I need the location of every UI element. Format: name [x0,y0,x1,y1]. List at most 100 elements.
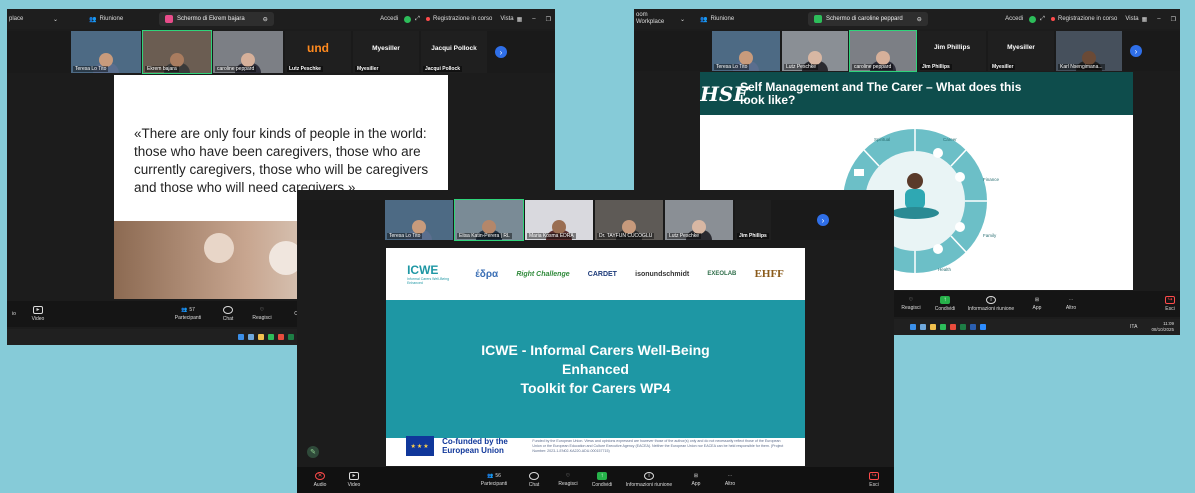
recording-dot-icon [1050,17,1055,21]
participants-button[interactable]: 👥 57 Partecipanti [165,307,211,321]
chat-button[interactable]: Chat [211,306,245,322]
leave-button[interactable]: ↪ Esci [1160,296,1180,312]
participant-name: Jim Phillips [737,233,769,239]
fullscreen-icon[interactable]: ⤢ [1040,16,1045,23]
video-button[interactable]: ▸ Video [21,306,55,322]
participant-name: Teresa Lo Tito [73,66,109,72]
participant-face [99,53,113,67]
leave-button[interactable]: ↪ Esci [862,472,886,488]
system-clock[interactable]: 11:09 08/10/2025 [1151,321,1174,333]
reactions-button[interactable]: ♡ Reagisci [245,307,279,321]
participant-tile[interactable]: Maria Kosma EDRA [525,200,593,240]
participant-tile[interactable]: Myesiller Myesiller [353,31,419,73]
participant-face [170,53,184,67]
search-icon[interactable] [248,334,254,340]
audio-button[interactable]: io [7,311,21,317]
search-icon[interactable] [920,324,926,330]
sign-in-link[interactable]: Accedi [380,16,398,22]
icwe-logo: ICWE Informal Carers Well-Being Enhanced [407,263,457,285]
windows-start-icon[interactable] [238,334,244,340]
share-button[interactable]: ↑ Condividi [585,472,619,488]
participants-button[interactable]: 👥 56 Partecipanti [471,473,517,487]
participant-tile[interactable]: caroline peppard [213,31,283,73]
participant-tile[interactable]: Dr. TAYFUN CUCOGLU [595,200,663,240]
participant-tile[interactable]: Teresa Lo Tito [712,31,780,71]
participant-tile[interactable]: Karl Nsengimana... [1056,31,1122,71]
recording-dot-icon [425,17,430,21]
eu-funding-text: Co-funded by the European Union [442,437,508,455]
grid-icon: ▦ [516,16,523,23]
participant-tile[interactable]: Jim Phillips [735,200,771,240]
video-button[interactable]: ▸ Video [337,472,371,488]
participant-tile[interactable]: Myesiller Myesiller [988,31,1054,71]
language-indicator[interactable]: ITA [1130,324,1137,330]
more-label: Altro [1065,305,1077,311]
app-icon[interactable] [950,324,956,330]
chat-button[interactable]: Chat [517,472,551,488]
apps-button[interactable]: ⊞ App [679,473,713,487]
participant-tile-title: Jacqui Pollock [431,44,477,52]
more-button[interactable]: ⋯ Altro [713,473,747,487]
participant-tile-active[interactable]: caroline peppard [849,30,917,72]
excel-icon[interactable] [960,324,966,330]
tab-close-icon[interactable]: ⊖ [263,16,268,23]
participant-tile[interactable]: Teresa Lo Tito [71,31,141,73]
folder-icon[interactable] [258,334,264,340]
participant-name: Jim Phillips [920,64,952,70]
reactions-label: Reagisci [252,315,272,321]
participant-tile-active[interactable]: Elisa Katin-Perera | RL [454,199,524,241]
sign-in-link[interactable]: Accedi [1005,16,1023,22]
meeting-tab[interactable]: 👥 Riunione [700,16,808,23]
minimize-icon[interactable]: – [532,16,535,22]
fullscreen-icon[interactable]: ⤢ [415,16,420,23]
annotate-pencil-icon[interactable]: ✎ [307,446,319,458]
restore-icon[interactable]: ❐ [1171,16,1176,23]
next-participants-button[interactable]: › [1130,45,1142,57]
camera-icon: ▸ [349,472,359,480]
recording-indicator[interactable]: Registrazione in corso [425,16,492,22]
view-menu[interactable]: Vista ▦ [500,16,522,23]
participant-tile[interactable]: Jacqui Pollock Jacqui Pollock [421,31,487,73]
word-icon[interactable] [970,324,976,330]
participant-tile[interactable]: Lutz Peschke [665,200,733,240]
participant-name: Elisa Katin-Perera | RL [457,233,512,239]
minimize-icon[interactable]: – [1157,16,1160,22]
zoom-icon[interactable] [980,324,986,330]
meeting-info-button[interactable]: i Informazioni riunione [619,472,679,488]
participant-tile-active[interactable]: Ekrem bajara [142,30,212,74]
participant-name: Myesiller [355,66,381,72]
view-menu[interactable]: Vista ▦ [1125,16,1147,23]
app-icon[interactable] [940,324,946,330]
participant-name: Teresa Lo Tito [714,64,750,70]
app-icon[interactable] [278,334,284,340]
screen-share-tab[interactable]: Schermo di caroline peppard ⊖ [808,12,928,26]
folder-icon[interactable] [930,324,936,330]
excel-icon[interactable] [288,334,294,340]
apps-label: App [1032,305,1042,311]
menu-chevron-icon[interactable]: ⌄ [53,16,89,23]
share-button[interactable]: ↑ Condividi [928,296,962,312]
recording-indicator[interactable]: Registrazione in corso [1050,16,1117,22]
more-button[interactable]: ⋯ Altro [1054,297,1088,311]
app-icon[interactable] [268,334,274,340]
next-participants-button[interactable]: › [817,214,829,226]
participant-tile[interactable]: Teresa Lo Tito [385,200,453,240]
participant-tile[interactable]: Jim Phillips Jim Phillips [918,31,986,71]
tab-close-icon[interactable]: ⊖ [917,16,922,23]
audio-button[interactable]: ✕ Audio [303,472,337,488]
apps-button[interactable]: ⊞ App [1020,297,1054,311]
slide-header-bar: HSE Self Management and The Carer – What… [700,72,1133,115]
reactions-button[interactable]: ♡ Reagisci [551,473,585,487]
screen-share-tab[interactable]: Schermo di Ekrem bajara ⊖ [159,12,274,26]
reactions-button[interactable]: ♡ Reagisci [894,297,928,311]
windows-start-icon[interactable] [910,324,916,330]
view-label: Vista [1125,16,1139,22]
participant-tile[interactable]: und Lutz Peschke [285,31,351,73]
restore-icon[interactable]: ❐ [546,16,551,23]
participant-tile-title: Jim Phillips [933,43,971,51]
participant-tile[interactable]: Lutz Peschke [782,31,848,71]
meeting-info-button[interactable]: i Informazioni riunione [962,296,1020,312]
next-participants-button[interactable]: › [495,46,507,58]
menu-chevron-icon[interactable]: ⌄ [680,16,700,23]
meeting-tab[interactable]: 👥 Riunione [89,16,159,23]
